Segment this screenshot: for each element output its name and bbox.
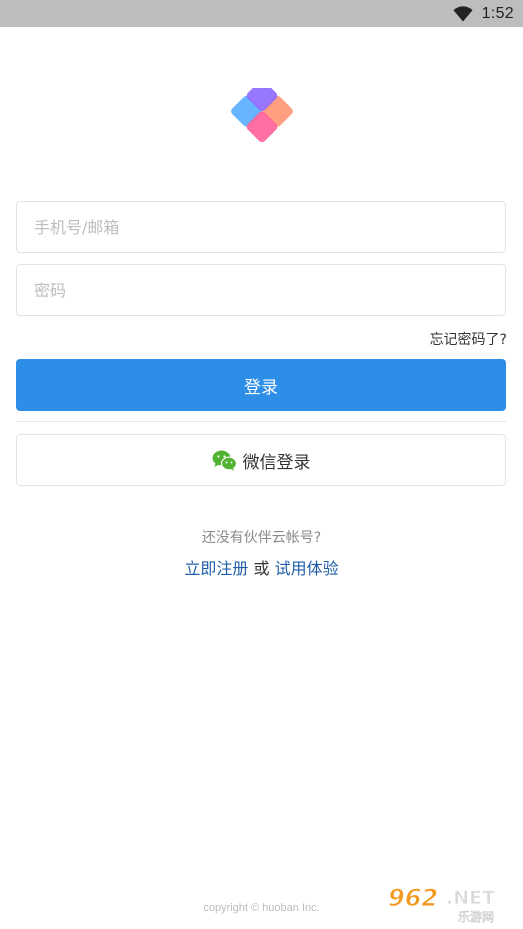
svg-text:.NET: .NET [446, 887, 495, 909]
divider [16, 421, 506, 422]
watermark-logo: 962 .NET 乐游网 [388, 884, 496, 925]
phone-email-field[interactable] [16, 201, 506, 253]
login-button[interactable]: 登录 [16, 359, 506, 411]
register-link[interactable]: 立即注册 [184, 559, 248, 578]
wechat-login-label: 微信登录 [242, 452, 311, 473]
register-links: 立即注册 或 试用体验 [0, 555, 523, 579]
wechat-login-button[interactable]: 微信登录 [16, 434, 506, 486]
status-bar: 1:52 [0, 0, 523, 27]
app-logo [231, 88, 293, 143]
svg-text:962: 962 [388, 884, 438, 912]
status-right: 1:52 [453, 0, 514, 27]
forgot-password-link[interactable]: 忘记密码了? [430, 329, 507, 349]
trial-link[interactable]: 试用体验 [275, 559, 339, 578]
svg-text:乐游网: 乐游网 [458, 910, 494, 924]
wifi-icon [453, 5, 473, 21]
status-time: 1:52 [481, 4, 514, 22]
register-prompt: 还没有伙伴云帐号? [201, 530, 322, 546]
password-input[interactable] [17, 265, 505, 315]
login-screen: 1:52 忘记密码了? 登录 微信登录 [0, 0, 523, 929]
password-field[interactable] [16, 264, 506, 316]
or-text: 或 [253, 559, 270, 578]
phone-email-input[interactable] [17, 202, 505, 252]
wechat-icon [212, 450, 237, 471]
